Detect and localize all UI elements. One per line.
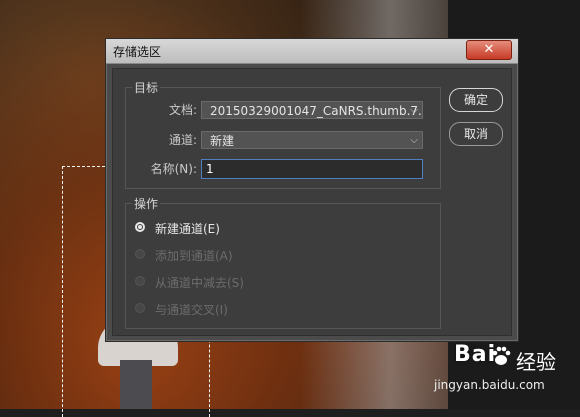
document-select[interactable]: 20150329001047_CaNRS.thumb.7... ⌵ <box>201 101 423 119</box>
radio-indicator <box>135 249 145 259</box>
dialog-body: 目标 文档: 20150329001047_CaNRS.thumb.7... ⌵… <box>112 68 512 336</box>
watermark-url: jingyan.baidu.com <box>434 378 545 392</box>
dialog-title: 存储选区 <box>113 45 162 59</box>
chevron-down-icon: ⌵ <box>410 135 418 146</box>
watermark-logo-cn: 经验 <box>516 350 556 374</box>
radio-indicator <box>135 222 145 232</box>
radio-indicator <box>135 303 145 313</box>
baidu-watermark: Bai 经验 jingyan.baidu.com <box>420 342 570 404</box>
target-group-label: 目标 <box>132 79 161 96</box>
cancel-button[interactable]: 取消 <box>449 122 503 146</box>
radio-label: 添加到通道(A) <box>155 249 233 263</box>
chevron-down-icon: ⌵ <box>410 105 418 116</box>
close-icon: ✕ <box>483 42 495 57</box>
document-value: 20150329001047_CaNRS.thumb.7... <box>210 104 423 118</box>
dialog-titlebar[interactable]: 存储选区 ✕ <box>106 39 518 64</box>
radio-label: 从通道中减去(S) <box>155 276 244 290</box>
channel-select[interactable]: 新建 ⌵ <box>201 131 423 149</box>
radio-label: 与通道交叉(I) <box>155 303 228 317</box>
channel-value: 新建 <box>210 134 235 148</box>
name-label: 名称(N): <box>150 162 197 176</box>
radio-label: 新建通道(E) <box>155 222 220 236</box>
ok-button[interactable]: 确定 <box>449 88 503 112</box>
document-label: 文档: <box>168 103 197 117</box>
save-selection-dialog: 存储选区 ✕ 目标 文档: 20150329001047_CaNRS.thumb… <box>105 38 519 342</box>
operation-group-label: 操作 <box>132 195 161 212</box>
close-button[interactable]: ✕ <box>466 40 512 60</box>
channel-label: 通道: <box>168 133 197 147</box>
name-input[interactable]: 1 <box>201 159 423 179</box>
baidu-paw-icon <box>492 346 511 365</box>
name-value: 1 <box>206 162 214 176</box>
radio-indicator <box>135 276 145 286</box>
